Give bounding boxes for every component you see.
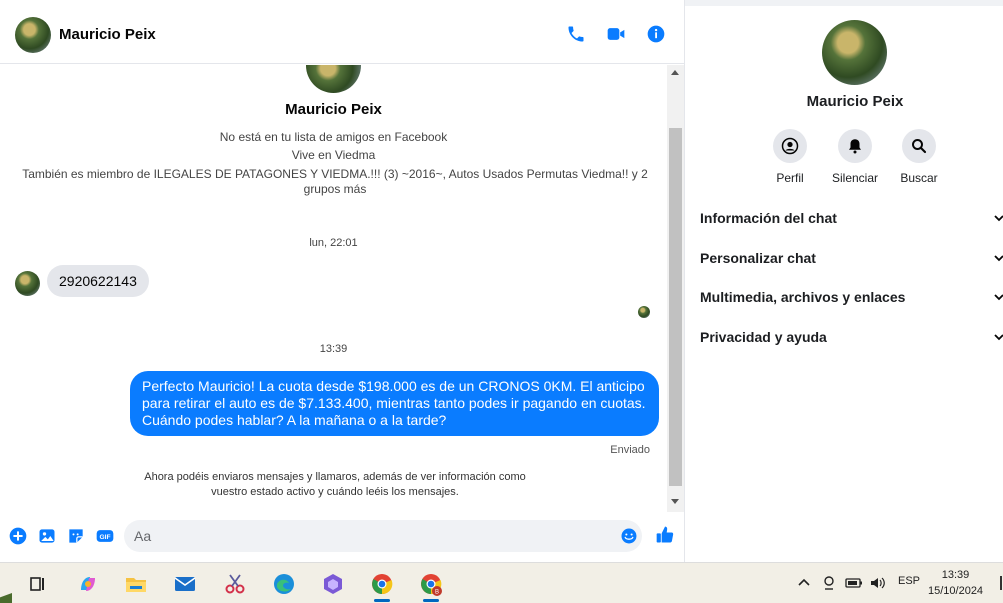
taskbar: B ESP 13:39 15/10/2024 [0,562,1003,603]
incoming-message[interactable]: 2920622143 [47,265,149,297]
encryption-notice: Ahora podéis enviaros mensajes y llamaro… [144,471,526,498]
chat-header: Mauricio Peix [0,6,684,64]
clock-date: 15/10/2024 [928,585,984,597]
side-profile-name: Mauricio Peix [806,93,904,110]
sticker-icon[interactable] [66,526,86,546]
camera-icon[interactable] [821,575,837,591]
section-privacy-help[interactable]: Privacidad y ayuda [700,329,1003,345]
mute-button[interactable]: Silenciar [825,129,885,185]
composer: GIF Aa [0,514,684,560]
copilot-icon[interactable] [76,572,100,596]
scroll-up-arrow-icon[interactable] [671,70,679,75]
sender-avatar[interactable] [15,271,40,296]
mute-button-label: Silenciar [831,171,879,185]
location: Vive en Viedma [291,148,376,162]
search-button-label: Buscar [900,171,938,185]
section-chat-info[interactable]: Información del chat [700,210,1003,226]
profile-avatar [306,65,361,93]
svg-text:B: B [435,590,439,596]
profile-name: Mauricio Peix [285,101,382,118]
svg-text:GIF: GIF [99,534,110,541]
timestamp: lun, 22:01 [309,237,358,249]
photo-icon[interactable] [37,526,57,546]
seen-indicator-avatar [638,306,650,318]
input-language[interactable]: ESP [898,575,920,587]
chrome-profile-icon[interactable]: B [419,572,443,596]
timestamp: 13:39 [319,343,348,355]
like-icon[interactable] [655,525,675,545]
clock-time: 13:39 [941,569,970,581]
scroll-down-arrow-icon[interactable] [671,499,679,504]
search-button[interactable]: Buscar [889,129,949,185]
profile-icon [781,137,799,155]
mail-icon[interactable] [173,572,197,596]
section-label: Personalizar chat [700,250,816,266]
section-customize-chat[interactable]: Personalizar chat [700,250,1003,266]
info-pane: Mauricio Peix Perfil Silenciar Buscar In… [685,6,1003,562]
desktop-wallpaper-edge [0,593,12,603]
chevron-down-icon [994,334,1003,341]
emoji-icon[interactable] [620,527,638,545]
chrome-icon[interactable] [370,572,394,596]
friend-status: No está en tu lista de amigos en Faceboo… [219,130,448,144]
header-actions [566,24,666,44]
gif-icon[interactable]: GIF [95,526,115,546]
side-profile-avatar[interactable] [822,20,887,85]
chat-pane: Mauricio Peix Mauricio Peix No está en t… [0,0,685,562]
video-icon[interactable] [606,24,626,44]
battery-icon[interactable] [845,575,863,591]
active-app-indicator [374,599,390,602]
task-view-icon[interactable] [26,572,50,596]
show-desktop-button[interactable] [1000,576,1002,590]
file-explorer-icon[interactable] [124,572,148,596]
active-app-indicator [423,599,439,602]
speaker-icon[interactable] [869,575,887,591]
chevron-down-icon [994,215,1003,222]
contact-avatar[interactable] [15,16,51,53]
info-icon[interactable] [646,24,666,44]
section-label: Privacidad y ayuda [700,329,827,345]
profile-button-label: Perfil [776,171,804,185]
chevron-down-icon [994,294,1003,301]
section-label: Información del chat [700,210,837,226]
plus-circle-icon[interactable] [8,526,28,546]
app-icon[interactable] [321,572,345,596]
search-icon [912,139,927,154]
edge-icon[interactable] [272,572,296,596]
bell-icon [849,139,861,154]
chevron-up-icon[interactable] [796,575,812,591]
section-media-files[interactable]: Multimedia, archivos y enlaces [700,289,1003,305]
groups-info: También es miembro de ILEGALES DE PATAGO… [22,167,648,196]
message-thread: Mauricio Peix No está en tu lista de ami… [0,65,667,512]
message-input[interactable]: Aa [124,520,642,552]
delivery-status: Enviado [610,444,650,456]
snipping-tool-icon[interactable] [223,572,247,596]
profile-button[interactable]: Perfil [760,129,820,185]
scroll-thumb[interactable] [669,128,682,486]
outgoing-message[interactable]: Perfecto Mauricio! La cuota desde $198.0… [130,371,659,436]
chevron-down-icon [994,255,1003,262]
scrollbar[interactable] [667,65,684,512]
section-label: Multimedia, archivos y enlaces [700,289,906,305]
system-clock[interactable]: 13:39 15/10/2024 [928,567,983,599]
contact-name[interactable]: Mauricio Peix [59,26,156,43]
phone-icon[interactable] [566,24,586,44]
